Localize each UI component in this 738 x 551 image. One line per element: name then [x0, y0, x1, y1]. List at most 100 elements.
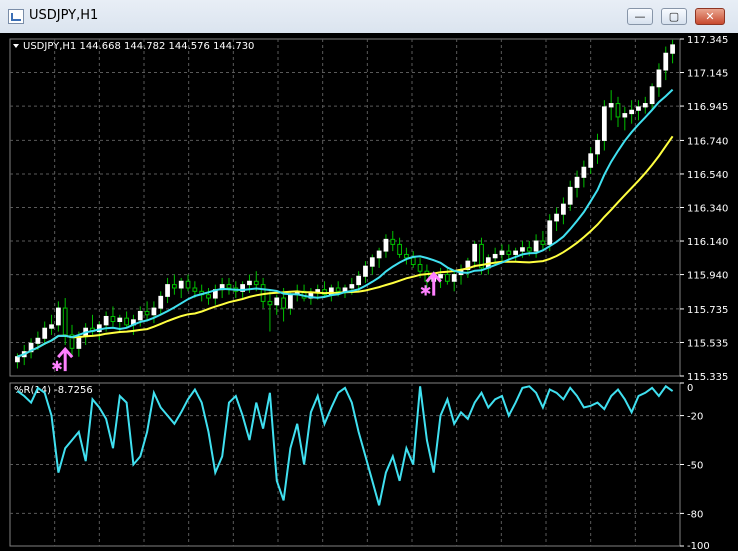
candle-body: [349, 284, 355, 289]
price-tick-label: 115.940: [687, 271, 728, 282]
candle-body: [206, 294, 211, 299]
candle-body: [533, 240, 539, 252]
candle-body: [595, 139, 600, 155]
price-tick-label: 117.145: [687, 69, 728, 80]
candle-body: [417, 264, 423, 272]
candle-body: [185, 280, 191, 289]
osc-tick-label: 0: [687, 383, 693, 394]
candle-body: [151, 307, 157, 316]
candle-body: [656, 69, 662, 88]
candle-body: [35, 337, 41, 344]
star-icon: ✱: [420, 284, 432, 300]
candle-body: [165, 284, 170, 297]
candle-body: [451, 274, 457, 282]
candle-body: [629, 109, 635, 115]
candle-body: [608, 103, 614, 108]
candle-body: [158, 295, 164, 309]
candle-body: [567, 186, 573, 205]
candle-body: [62, 307, 68, 336]
candle-body: [342, 287, 348, 292]
candle-body: [540, 240, 546, 245]
candle-body: [274, 297, 280, 306]
candle-body: [581, 166, 587, 178]
candle-body: [526, 247, 532, 252]
chart-canvas[interactable]: 117.345 117.145 116.945 116.740 116.540 116.3…: [0, 33, 738, 551]
candle-body: [363, 265, 368, 277]
candle-body: [601, 106, 607, 141]
candle-body: [178, 280, 184, 289]
oscillator-panel-frame: [9, 382, 681, 547]
candle-body: [172, 284, 177, 289]
candle-body: [281, 297, 286, 309]
fast-moving-average-line: [17, 88, 674, 358]
price-tick-label: 115.335: [687, 372, 728, 383]
candle-body: [356, 275, 362, 286]
price-tick-label: 116.740: [687, 136, 728, 147]
candle-body: [663, 52, 669, 71]
price-tick-label: 116.945: [687, 102, 728, 113]
candle-body: [397, 243, 402, 255]
candle-body: [253, 280, 259, 286]
candle-body: [335, 287, 341, 292]
close-icon: ✕: [705, 10, 715, 23]
candle-body: [649, 86, 655, 105]
candle-body: [574, 176, 580, 188]
minimize-icon: —: [634, 10, 646, 23]
candle-body: [383, 238, 389, 252]
candle-body: [588, 153, 594, 168]
candle-body: [144, 310, 150, 316]
maximize-button[interactable]: ▢: [661, 8, 687, 25]
close-button[interactable]: ✕: [695, 8, 725, 25]
star-icon: ✱: [51, 359, 63, 375]
candle-body: [410, 257, 416, 266]
candle-body: [554, 213, 559, 222]
candle-body: [615, 103, 621, 118]
price-panel-title: USDJPY,H1 144.668 144.782 144.576 144.73…: [23, 41, 254, 52]
candle-body: [499, 250, 505, 255]
price-tick-label: 115.535: [687, 338, 728, 349]
price-tick-label: 116.140: [687, 237, 728, 248]
window-titlebar: USDJPY,H1 — ▢ ✕: [0, 0, 738, 34]
chart-area[interactable]: 117.345 117.145 116.945 116.740 116.540 116.3…: [0, 33, 738, 551]
candle-body: [369, 257, 375, 267]
candle-body: [15, 356, 20, 363]
candle-body: [472, 243, 478, 262]
price-tick-label: 117.345: [687, 35, 728, 46]
oscillator-panel-title: %R(14) -8.7256: [14, 385, 93, 396]
candle-body: [267, 300, 273, 306]
candle-body: [561, 203, 566, 215]
candle-body: [247, 280, 252, 286]
candle-body: [636, 106, 641, 111]
candle-body: [492, 253, 498, 259]
osc-tick-label: -20: [687, 412, 703, 423]
candle-body: [547, 220, 553, 245]
candle-body: [137, 310, 143, 321]
minimize-button[interactable]: —: [627, 8, 653, 25]
window-title: USDJPY,H1: [29, 8, 99, 23]
maximize-icon: ▢: [668, 10, 680, 23]
candle-body: [42, 327, 48, 339]
panel-menu-icon: [13, 44, 19, 48]
candle-body: [117, 317, 123, 323]
candle-body: [513, 250, 518, 255]
candle-body: [444, 274, 450, 282]
candle-body: [192, 287, 198, 292]
candle-body: [520, 247, 525, 252]
candle-body: [506, 250, 512, 255]
price-panel-frame: [9, 38, 681, 377]
price-tick-label: 115.735: [687, 305, 728, 316]
candle-body: [288, 294, 293, 309]
candle-body: [49, 324, 54, 329]
candle-body: [124, 317, 129, 326]
candle-body: [642, 103, 648, 108]
chart-window-icon: [8, 9, 24, 24]
williams-r-line: [16, 384, 674, 506]
candle-body: [622, 113, 628, 118]
price-tick-label: 116.340: [687, 204, 728, 215]
candle-body: [226, 284, 232, 289]
candle-body: [670, 44, 675, 54]
osc-tick-label: -50: [687, 461, 703, 472]
candle-body: [76, 336, 82, 349]
price-tick-label: 116.540: [687, 170, 728, 181]
candle-body: [103, 315, 109, 326]
